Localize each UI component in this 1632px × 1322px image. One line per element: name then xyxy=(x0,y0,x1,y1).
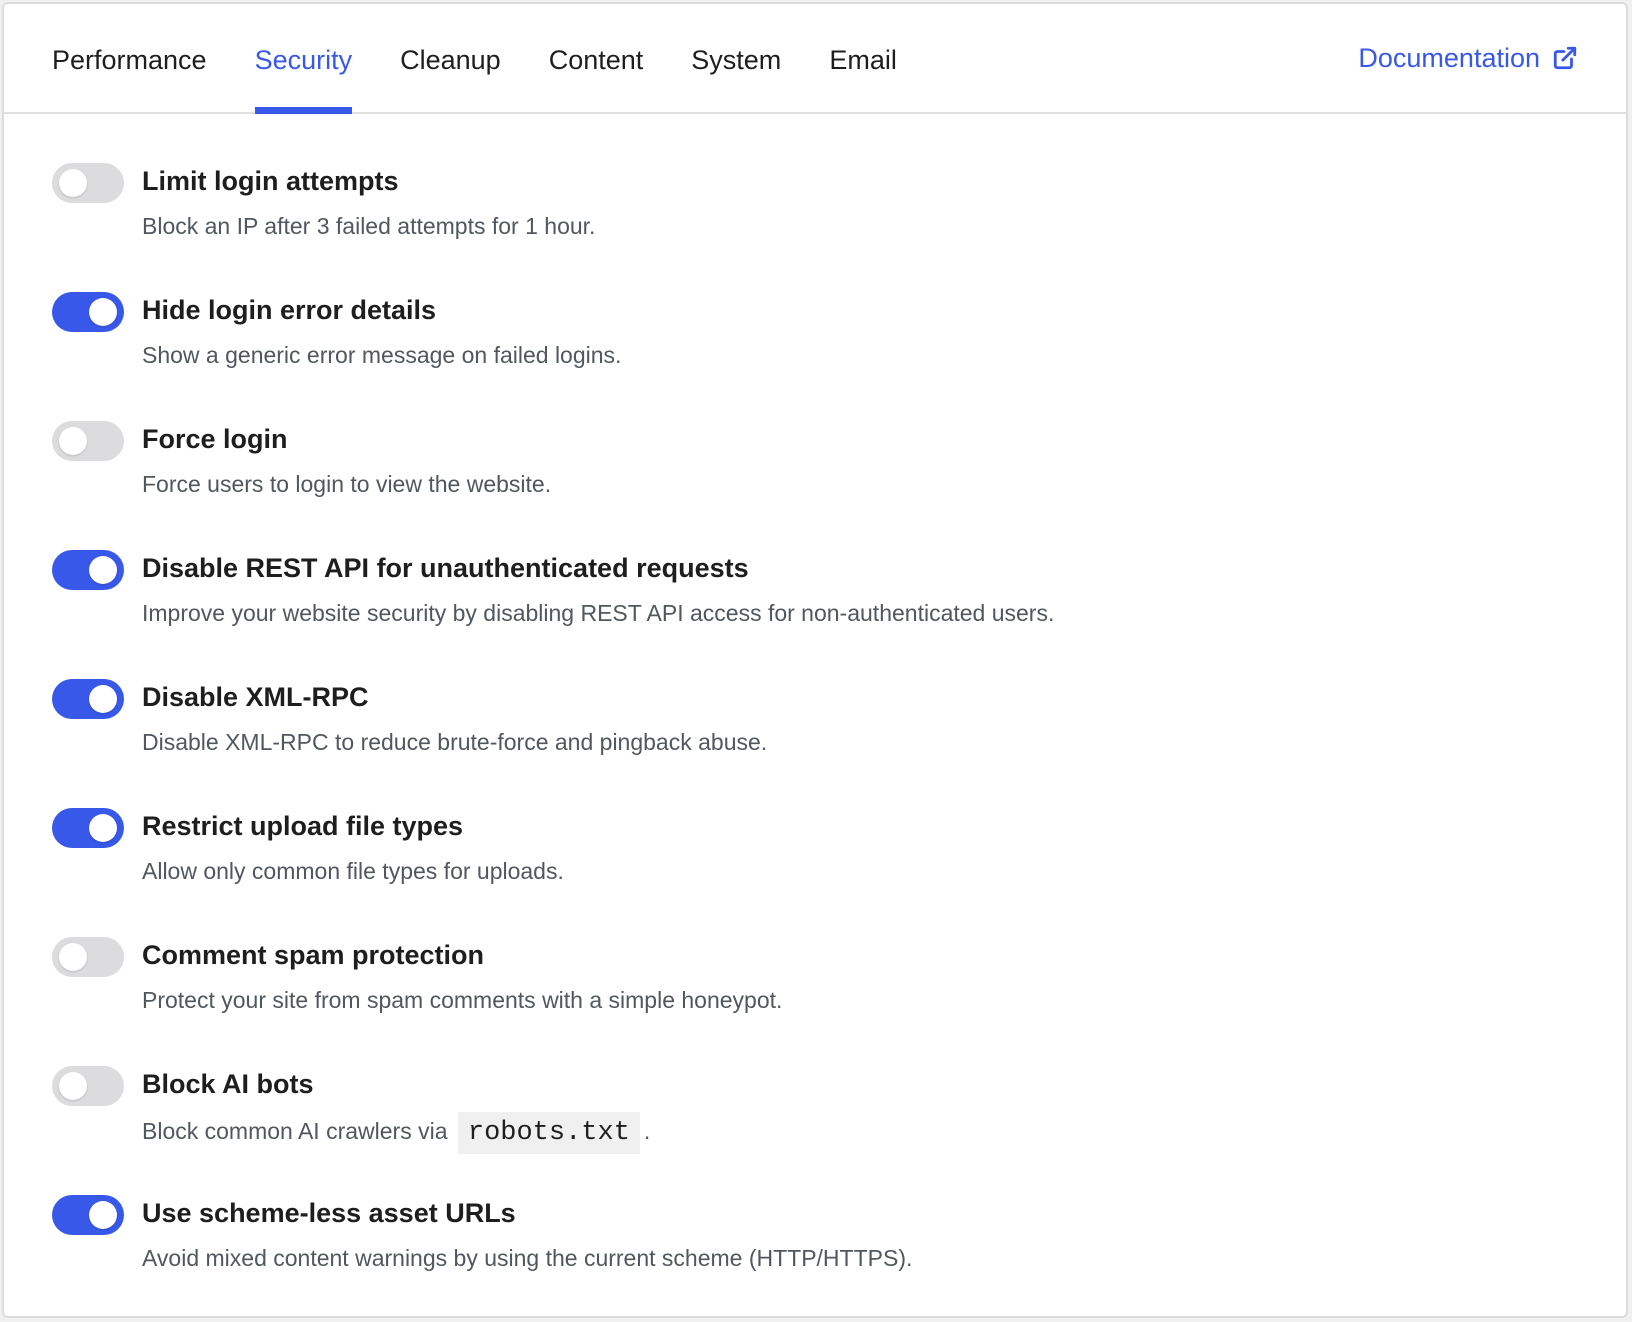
description-suffix: . xyxy=(643,1118,651,1145)
disable-xml-rpc-toggle[interactable] xyxy=(52,679,124,719)
settings-panel: Performance Security Cleanup Content Sys… xyxy=(2,2,1628,1318)
tab-security[interactable]: Security xyxy=(254,4,352,114)
setting-block-ai-bots: Block AI bots Block common AI crawlers v… xyxy=(52,1062,1578,1191)
setting-disable-rest-api: Disable REST API for unauthenticated req… xyxy=(52,546,1578,675)
toggle-knob xyxy=(89,685,117,713)
toggle-knob xyxy=(59,169,87,197)
setting-description: Improve your website security by disabli… xyxy=(142,600,1055,626)
setting-title: Comment spam protection xyxy=(142,940,485,970)
setting-description: Allow only common file types for uploads… xyxy=(142,858,564,884)
tab-list: Performance Security Cleanup Content Sys… xyxy=(52,4,897,114)
comment-spam-protection-toggle[interactable] xyxy=(52,937,124,977)
setting-scheme-less-asset-urls: Use scheme-less asset URLs Avoid mixed c… xyxy=(52,1191,1578,1316)
documentation-label: Documentation xyxy=(1358,43,1540,73)
external-link-icon xyxy=(1553,46,1577,70)
force-login-toggle[interactable] xyxy=(52,421,124,461)
setting-description: Disable XML-RPC to reduce brute-force an… xyxy=(142,729,768,755)
tab-email[interactable]: Email xyxy=(829,4,897,112)
scheme-less-asset-urls-toggle[interactable] xyxy=(52,1195,124,1235)
toggle-knob xyxy=(59,943,87,971)
setting-description: Block an IP after 3 failed attempts for … xyxy=(142,213,596,239)
limit-login-attempts-toggle[interactable] xyxy=(52,163,124,203)
setting-title: Disable REST API for unauthenticated req… xyxy=(142,553,749,583)
setting-title: Restrict upload file types xyxy=(142,811,464,841)
robots-txt-code: robots.txt xyxy=(457,1112,640,1154)
toggle-knob xyxy=(89,814,117,842)
tab-bar: Performance Security Cleanup Content Sys… xyxy=(4,4,1626,114)
tab-content[interactable]: Content xyxy=(549,4,644,112)
setting-description: Protect your site from spam comments wit… xyxy=(142,987,783,1013)
setting-hide-login-error-details: Hide login error details Show a generic … xyxy=(52,288,1578,417)
setting-restrict-upload-file-types: Restrict upload file types Allow only co… xyxy=(52,804,1578,933)
setting-comment-spam-protection: Comment spam protection Protect your sit… xyxy=(52,933,1578,1062)
toggle-knob xyxy=(59,1072,87,1100)
setting-description: Block common AI crawlers via robots.txt. xyxy=(142,1112,650,1154)
setting-title: Disable XML-RPC xyxy=(142,682,369,712)
tab-performance[interactable]: Performance xyxy=(52,4,207,112)
setting-title: Use scheme-less asset URLs xyxy=(142,1198,516,1228)
toggle-knob xyxy=(89,298,117,326)
setting-description: Show a generic error message on failed l… xyxy=(142,342,622,368)
disable-rest-api-toggle[interactable] xyxy=(52,550,124,590)
setting-force-login: Force login Force users to login to view… xyxy=(52,417,1578,546)
setting-description: Force users to login to view the website… xyxy=(142,471,552,497)
setting-limit-login-attempts: Limit login attempts Block an IP after 3… xyxy=(52,159,1578,288)
tab-system[interactable]: System xyxy=(691,4,781,112)
hide-login-error-details-toggle[interactable] xyxy=(52,292,124,332)
toggle-knob xyxy=(59,427,87,455)
setting-disable-xml-rpc: Disable XML-RPC Disable XML-RPC to reduc… xyxy=(52,675,1578,804)
toggle-knob xyxy=(89,556,117,584)
setting-title: Limit login attempts xyxy=(142,166,399,196)
toggle-knob xyxy=(89,1201,117,1229)
setting-title: Hide login error details xyxy=(142,295,437,325)
tab-cleanup[interactable]: Cleanup xyxy=(400,4,501,112)
setting-title: Block AI bots xyxy=(142,1069,314,1099)
description-prefix: Block common AI crawlers via xyxy=(142,1118,448,1145)
documentation-link[interactable]: Documentation xyxy=(1358,4,1578,112)
setting-description: Avoid mixed content warnings by using th… xyxy=(142,1245,913,1271)
security-settings-list: Limit login attempts Block an IP after 3… xyxy=(52,159,1578,1316)
restrict-upload-file-types-toggle[interactable] xyxy=(52,808,124,848)
block-ai-bots-toggle[interactable] xyxy=(52,1066,124,1106)
setting-title: Force login xyxy=(142,424,288,454)
